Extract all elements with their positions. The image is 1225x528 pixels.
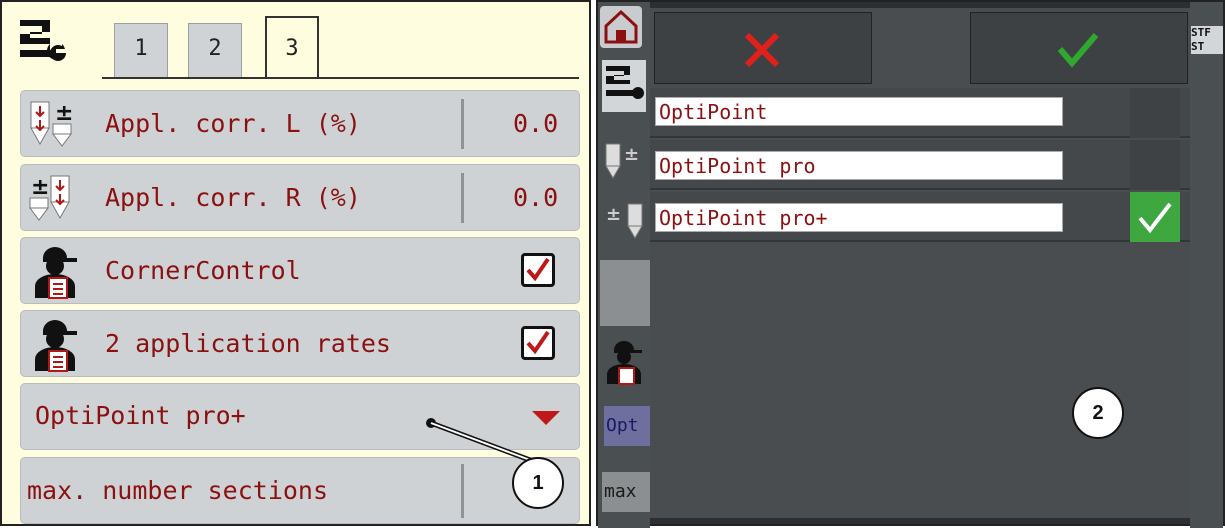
underlying-st-text: ST	[1191, 40, 1223, 54]
appl-corr-icon-ghost: ±	[604, 142, 648, 186]
appl-corr-icon-ghost-2: ±	[604, 202, 648, 246]
checkmark-icon	[1138, 202, 1172, 234]
option-optipoint-pro[interactable]: OptiPoint pro	[655, 151, 1063, 180]
confirm-button[interactable]	[970, 12, 1188, 84]
option-selected-cell[interactable]	[1130, 192, 1180, 242]
underlying-opt-text: Opt	[604, 406, 650, 446]
option-select-cell[interactable]	[1130, 140, 1180, 190]
checkmark-icon	[1057, 33, 1099, 68]
home-button[interactable]	[600, 6, 642, 48]
option-optipoint[interactable]: OptiPoint	[655, 97, 1063, 126]
option-optipoint-pro-plus[interactable]: OptiPoint pro+	[655, 203, 1063, 232]
underlying-row	[600, 260, 650, 326]
underlying-stf-text: STF	[1191, 26, 1223, 40]
svg-text:±: ±	[606, 204, 621, 225]
option-select-cell[interactable]	[1130, 88, 1180, 138]
application-correction-icon: ±	[605, 143, 639, 179]
cancel-button[interactable]	[654, 12, 872, 84]
settings-wrench-icon	[606, 66, 644, 99]
underlying-settings-tab	[602, 60, 646, 112]
svg-text:±: ±	[624, 144, 639, 165]
operator-icon	[607, 341, 642, 385]
application-correction-icon: ±	[606, 203, 643, 239]
callout-marker-2: 2	[1072, 387, 1124, 439]
selection-dialog	[650, 8, 1190, 518]
home-icon	[604, 9, 638, 44]
operator-icon-ghost	[604, 338, 648, 386]
underlying-max-text: max	[602, 472, 650, 512]
underlying-right-strip	[1190, 2, 1223, 528]
close-icon	[744, 32, 780, 68]
callout-marker-1: 1	[512, 457, 564, 509]
